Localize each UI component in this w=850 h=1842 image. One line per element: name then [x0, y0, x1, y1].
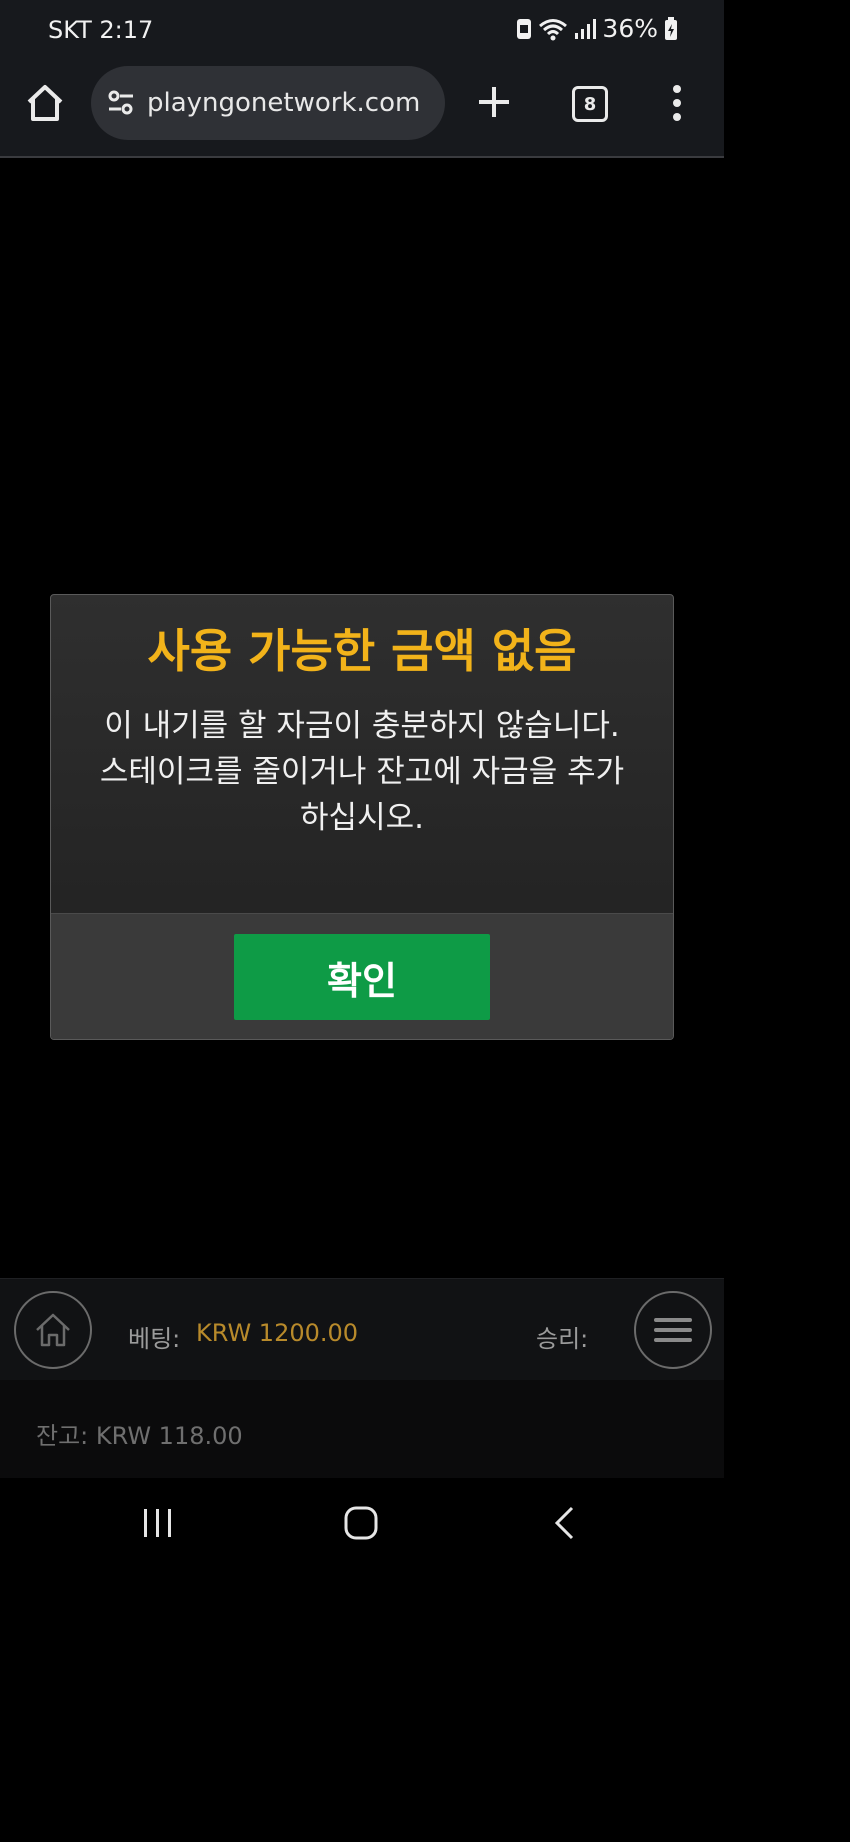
browser-toolbar: playngonetwork.com 8	[0, 62, 724, 158]
more-menu-icon[interactable]	[670, 84, 684, 122]
system-nav-bar	[0, 1478, 724, 1568]
status-bar: SKT 2:17 36%	[0, 0, 724, 62]
bet-value[interactable]: KRW 1200.00	[196, 1319, 358, 1347]
recent-apps-icon[interactable]	[142, 1508, 174, 1538]
confirm-button[interactable]: 확인	[234, 934, 490, 1020]
tab-count: 8	[583, 93, 597, 115]
battery-percent: 36%	[602, 14, 658, 43]
win-label: 승리:	[536, 1325, 589, 1353]
game-menu-button[interactable]	[634, 1291, 712, 1369]
wifi-icon	[539, 18, 568, 40]
game-control-bar: 베팅: KRW 1200.00 승리:	[0, 1278, 724, 1381]
address-bar[interactable]: playngonetwork.com	[91, 66, 445, 140]
dialog-footer: 확인	[51, 913, 673, 1039]
site-settings-icon[interactable]	[105, 87, 137, 119]
new-tab-icon[interactable]	[476, 84, 512, 120]
home-nav-icon[interactable]	[344, 1506, 378, 1540]
tabs-button[interactable]: 8	[572, 86, 608, 122]
dialog-message: 이 내기를 할 자금이 충분하지 않습니다. 스테이크를 줄이거나 잔고에 자금…	[71, 703, 653, 841]
insufficient-funds-dialog: 사용 가능한 금액 없음 이 내기를 할 자금이 충분하지 않습니다. 스테이크…	[50, 594, 674, 1040]
bet-label: 베팅:	[128, 1325, 181, 1353]
signal-icon	[575, 18, 597, 39]
balance-bar: 잔고: KRW 118.00	[0, 1380, 724, 1478]
dialog-message-line: 이 내기를 할 자금이 충분하지 않습니다.	[104, 708, 620, 744]
home-icon[interactable]	[24, 82, 66, 124]
dialog-title: 사용 가능한 금액 없음	[147, 624, 577, 678]
dialog-message-line: 스테이크를 줄이거나 잔고에 자금을 추가	[99, 754, 625, 790]
carrier-time: SKT 2:17	[48, 16, 154, 44]
hamburger-icon	[654, 1318, 692, 1342]
url-text: playngonetwork.com	[147, 88, 421, 118]
dialog-message-line: 하십시오.	[300, 800, 424, 836]
status-icons: 36%	[516, 14, 678, 43]
battery-icon	[665, 16, 677, 40]
balance-text: 잔고: KRW 118.00	[36, 1422, 243, 1450]
photo-icon	[517, 18, 532, 39]
game-home-button[interactable]	[14, 1291, 92, 1369]
back-icon[interactable]	[552, 1506, 576, 1540]
home-icon	[36, 1313, 70, 1347]
